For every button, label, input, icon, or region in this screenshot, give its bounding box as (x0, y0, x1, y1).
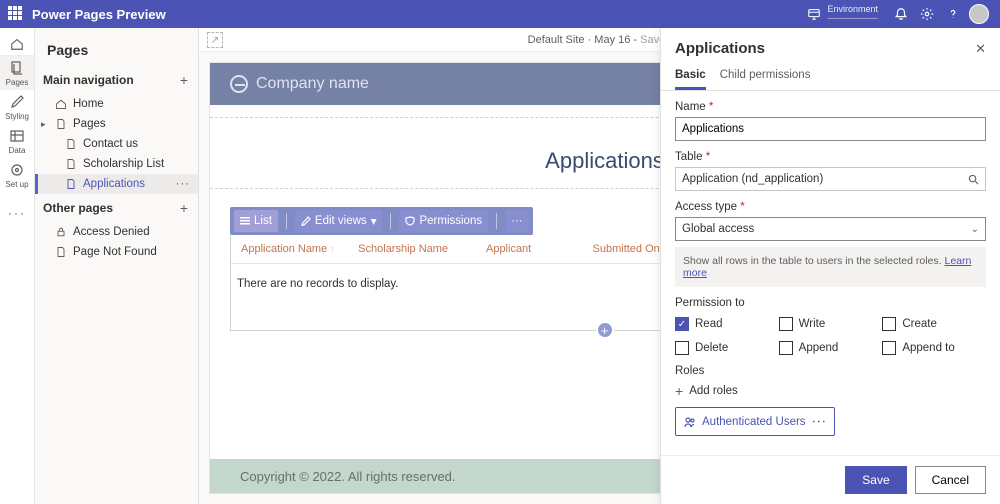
tree-applications[interactable]: Applications··· (35, 174, 198, 194)
page-icon (65, 138, 77, 150)
pages-header: Pages (35, 28, 198, 66)
environment-icon (807, 7, 821, 21)
roles-label: Roles (675, 365, 986, 377)
perm-delete[interactable]: Delete (675, 341, 779, 355)
home-icon (55, 98, 67, 110)
people-icon (684, 416, 696, 428)
edit-views-button[interactable]: Edit views▾ (295, 210, 383, 232)
page-icon (55, 246, 67, 258)
rail-pages[interactable]: Pages (0, 56, 34, 90)
pages-icon (9, 60, 25, 76)
save-button[interactable]: Save (845, 466, 906, 494)
help-icon[interactable] (940, 0, 966, 28)
environment-name: ––––––––– (827, 14, 878, 24)
edit-icon (301, 216, 311, 226)
panel-title: Applications (675, 40, 765, 57)
search-icon (968, 174, 979, 185)
access-type-select[interactable]: Global access ⌄ (675, 217, 986, 241)
table-lookup[interactable]: Application (nd_application) (675, 167, 986, 191)
list-toolbar: List Edit views▾ Permissions ··· (230, 207, 533, 235)
styling-icon (9, 94, 25, 110)
tree-contact[interactable]: Contact us (35, 134, 198, 154)
close-icon[interactable]: ✕ (975, 41, 986, 57)
page-icon (65, 178, 77, 190)
responsive-toggle-icon[interactable]: ↗ (207, 32, 223, 48)
page-icon (55, 118, 67, 130)
tree-scholarship[interactable]: Scholarship List (35, 154, 198, 174)
chevron-down-icon: ⌄ (971, 224, 979, 235)
perm-appendto[interactable]: Append to (882, 341, 986, 355)
setup-icon (9, 162, 25, 178)
tab-child-permissions[interactable]: Child permissions (720, 61, 811, 90)
app-launcher-icon[interactable] (8, 6, 24, 22)
tree-pages[interactable]: ▸Pages (35, 114, 198, 134)
role-authenticated-users[interactable]: Authenticated Users ⋮ (675, 407, 835, 436)
nav-rail: Pages Styling Data Set up ··· (0, 28, 35, 504)
environment-picker[interactable]: Environment ––––––––– (807, 5, 878, 24)
permissions-button[interactable]: Permissions (399, 210, 488, 232)
tree-home[interactable]: Home (35, 94, 198, 114)
user-avatar[interactable] (966, 0, 992, 28)
top-bar: Power Pages Preview Environment ––––––––… (0, 0, 1000, 28)
rail-more[interactable]: ··· (0, 196, 34, 230)
pages-panel: Pages Main navigation + Home ▸Pages Cont… (35, 28, 199, 504)
chevron-right-icon[interactable]: ▸ (41, 119, 46, 130)
perm-write[interactable]: Write (779, 317, 883, 331)
section-other-pages: Other pages + (35, 194, 198, 222)
sort-asc-icon: ↑ (330, 244, 335, 254)
perm-create[interactable]: Create (882, 317, 986, 331)
name-label: Name * (675, 101, 986, 113)
access-type-label: Access type * (675, 201, 986, 213)
perm-read[interactable]: ✓Read (675, 317, 779, 331)
save-date: May 16 (594, 34, 630, 46)
col-applicant[interactable]: Applicant (482, 243, 589, 255)
site-brand[interactable]: Company name (230, 75, 369, 93)
add-other-page[interactable]: + (180, 200, 188, 216)
role-more-icon[interactable]: ⋮ (811, 415, 828, 429)
perm-append[interactable]: Append (779, 341, 883, 355)
site-name: Default Site (528, 34, 585, 46)
tree-access-denied[interactable]: Access Denied (35, 222, 198, 242)
name-input[interactable] (675, 117, 986, 141)
toolbar-more[interactable]: ··· (505, 210, 529, 232)
tab-basic[interactable]: Basic (675, 61, 706, 90)
access-hint: Show all rows in the table to users in t… (675, 247, 986, 287)
shield-icon (405, 216, 415, 226)
page-icon (65, 158, 77, 170)
product-title: Power Pages Preview (32, 7, 166, 22)
notifications-icon[interactable] (888, 0, 914, 28)
rail-setup[interactable]: Set up (0, 158, 34, 192)
rail-styling[interactable]: Styling (0, 90, 34, 124)
rail-home[interactable] (0, 32, 34, 56)
tree-item-more[interactable]: ··· (176, 178, 191, 190)
rail-data[interactable]: Data (0, 124, 34, 158)
add-main-nav-page[interactable]: + (180, 72, 188, 88)
data-icon (9, 128, 25, 144)
cancel-button[interactable]: Cancel (915, 466, 986, 494)
list-button[interactable]: List (234, 210, 278, 232)
add-roles-button[interactable]: +Add roles (675, 383, 986, 399)
col-app-name[interactable]: Application Name ↑ (237, 243, 354, 255)
col-scholarship[interactable]: Scholarship Name (354, 243, 482, 255)
tree-not-found[interactable]: Page Not Found (35, 242, 198, 262)
brand-logo-icon (230, 75, 248, 93)
permission-to-label: Permission to (675, 297, 986, 309)
section-main-nav: Main navigation + (35, 66, 198, 94)
lock-icon (55, 226, 67, 238)
table-label: Table * (675, 151, 986, 163)
settings-icon[interactable] (914, 0, 940, 28)
add-section-button[interactable]: + (596, 321, 614, 339)
permissions-panel: Applications ✕ Basic Child permissions N… (660, 28, 1000, 504)
